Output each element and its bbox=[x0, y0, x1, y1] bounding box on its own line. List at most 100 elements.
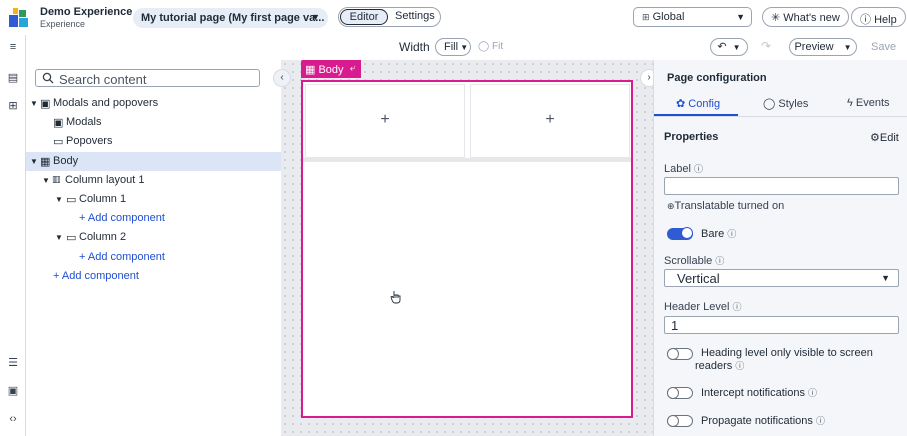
add-component-link[interactable]: + Add component bbox=[26, 209, 281, 228]
info-icon: ⓘ bbox=[735, 361, 745, 371]
palette-icon: ◯ bbox=[763, 98, 776, 110]
tree-item-modals-and-popovers[interactable]: ▼ ▣ Modals and popovers bbox=[26, 94, 281, 113]
add-icon[interactable]: + bbox=[306, 111, 464, 129]
body-tag[interactable]: ▦ Body bbox=[301, 60, 349, 78]
label-input[interactable] bbox=[664, 177, 899, 195]
database-icon[interactable]: ☰ bbox=[0, 356, 26, 369]
add-component-link[interactable]: + Add component bbox=[26, 248, 281, 267]
code-icon[interactable]: ‹› bbox=[0, 413, 26, 425]
page-icon[interactable]: ▤ bbox=[0, 71, 26, 84]
tab-styles[interactable]: ◯ Styles bbox=[763, 97, 808, 110]
checkbox-icon: ◯ bbox=[478, 41, 490, 52]
preview-button[interactable]: Preview ▼ bbox=[789, 38, 857, 56]
gear-icon: ⚙ bbox=[870, 132, 880, 144]
tab-editor[interactable]: Editor bbox=[340, 9, 388, 25]
width-select-value: Fill bbox=[444, 41, 459, 53]
column-icon: ▭ bbox=[66, 194, 77, 206]
globe-icon: ⊞ bbox=[642, 12, 650, 22]
active-tab-indicator bbox=[654, 114, 738, 116]
tree-item-modals[interactable]: ▣ Modals bbox=[26, 113, 281, 132]
chevron-down-icon: ▼ bbox=[458, 43, 469, 52]
right-toolbar: ↶ ▼ ↷ Preview ▼ Save bbox=[653, 35, 907, 60]
width-label: Width bbox=[399, 40, 430, 54]
add-icon[interactable]: + bbox=[471, 111, 629, 129]
save-button[interactable]: Save bbox=[871, 41, 896, 53]
page-select-value: My tutorial page (My first page va... bbox=[141, 12, 325, 24]
tab-events[interactable]: ϟ Events bbox=[847, 97, 890, 109]
page-configuration-panel: Page configuration ✿ Config ◯ Styles ϟ E… bbox=[653, 60, 907, 436]
intercept-notifications-toggle[interactable] bbox=[667, 387, 693, 399]
layout-icon: ▦ bbox=[305, 64, 316, 76]
panel-title: Page configuration bbox=[667, 72, 767, 84]
help-button[interactable]: ⓘ Help bbox=[851, 7, 906, 27]
divider bbox=[303, 158, 631, 162]
top-bar: Demo Experience Experience My tutorial p… bbox=[0, 0, 907, 35]
tab-config[interactable]: ✿ Config bbox=[676, 97, 720, 110]
page-canvas[interactable]: ▦ Body ⤶ + + ‹ › bbox=[273, 60, 658, 436]
column-icon: ▭ bbox=[66, 232, 77, 244]
add-component-label: + Add component bbox=[79, 251, 165, 263]
tree-item-body[interactable]: ▼ ▦ Body bbox=[26, 152, 281, 171]
tree-item-label: Column 1 bbox=[79, 193, 127, 205]
toggle-knob bbox=[667, 348, 679, 360]
info-icon: ⓘ bbox=[693, 164, 703, 174]
edit-button[interactable]: ⚙Edit bbox=[870, 131, 899, 144]
form-icon[interactable]: ▣ bbox=[0, 384, 26, 397]
add-component-link[interactable]: + Add component bbox=[26, 267, 281, 286]
hand-cursor-icon bbox=[390, 291, 401, 304]
search-placeholder: Search content bbox=[59, 72, 147, 87]
chevron-down-icon: ▼ bbox=[843, 43, 852, 52]
app-logo-icon bbox=[9, 8, 28, 27]
scrollable-text: Scrollable bbox=[664, 255, 713, 267]
sparkle-icon: ✳ bbox=[771, 12, 781, 24]
tree-item-column-2[interactable]: ▼ ▭ Column 2 bbox=[26, 228, 281, 247]
scrollable-select[interactable]: Vertical ▼ bbox=[664, 269, 899, 287]
propagate-notifications-toggle[interactable] bbox=[667, 415, 693, 427]
column-1-dropzone[interactable]: + bbox=[305, 84, 465, 158]
menu-icon[interactable]: ≡ bbox=[0, 41, 26, 53]
redo-icon[interactable]: ↷ bbox=[761, 39, 771, 53]
bare-label: Bare ⓘ bbox=[701, 227, 736, 240]
width-select[interactable]: Fill ▼ bbox=[435, 38, 471, 56]
popover-icon: ▭ bbox=[53, 136, 64, 148]
tab-label: Styles bbox=[778, 98, 809, 110]
page-select[interactable]: My tutorial page (My first page va... ▼ bbox=[133, 8, 328, 28]
tree-item-label: Column layout 1 bbox=[65, 174, 145, 186]
heading-visible-toggle[interactable] bbox=[667, 348, 693, 360]
tab-label: Config bbox=[688, 98, 721, 110]
chevron-down-icon: ▼ bbox=[736, 12, 745, 22]
bare-toggle[interactable] bbox=[667, 227, 693, 240]
edit-label: Edit bbox=[879, 132, 899, 144]
collapse-panel-button[interactable]: ‹ bbox=[273, 69, 291, 87]
scrollable-value: Vertical bbox=[677, 271, 720, 286]
fit-checkbox[interactable]: ◯ Fit bbox=[478, 41, 503, 52]
modal-icon: ▣ bbox=[40, 98, 51, 110]
tree-item-label: Column 2 bbox=[79, 231, 127, 243]
chevron-down-icon: ▼ bbox=[732, 43, 741, 52]
tree-item-popovers[interactable]: ▭ Popovers bbox=[26, 132, 281, 151]
info-icon: ⓘ bbox=[732, 302, 742, 312]
column-2-dropzone[interactable]: + bbox=[470, 84, 630, 158]
tree-item-column-layout[interactable]: ▼ ▥ Column layout 1 bbox=[26, 171, 281, 190]
preview-label: Preview bbox=[794, 41, 834, 53]
columns-icon: ▥ bbox=[52, 174, 61, 184]
propagate-notifications-label: Propagate notifications ⓘ bbox=[701, 414, 825, 427]
caret-down-icon: ▼ bbox=[30, 157, 38, 166]
caret-down-icon: ▼ bbox=[42, 176, 50, 185]
body-container[interactable]: + + bbox=[301, 80, 633, 418]
help-icon: ⓘ bbox=[860, 14, 871, 26]
tab-settings[interactable]: Settings bbox=[395, 10, 435, 22]
gear-icon: ✿ bbox=[676, 98, 686, 110]
undo-button[interactable]: ↶ ▼ bbox=[710, 38, 748, 56]
components-icon[interactable]: ⊞ bbox=[0, 99, 26, 112]
search-input[interactable]: Search content bbox=[35, 69, 260, 87]
editor-settings-toggle: Editor Settings bbox=[338, 7, 441, 27]
whats-new-button[interactable]: ✳ What's new bbox=[762, 7, 849, 27]
select-parent-icon[interactable]: ⤶ bbox=[344, 60, 361, 78]
header-level-input[interactable]: 1 bbox=[664, 316, 899, 334]
chevron-right-icon: › bbox=[647, 72, 651, 83]
caret-down-icon: ▼ bbox=[881, 273, 890, 283]
label-field-label: Label ⓘ bbox=[664, 162, 703, 175]
tree-item-column-1[interactable]: ▼ ▭ Column 1 bbox=[26, 190, 281, 209]
global-select[interactable]: ⊞ Global ▼ bbox=[633, 7, 752, 27]
